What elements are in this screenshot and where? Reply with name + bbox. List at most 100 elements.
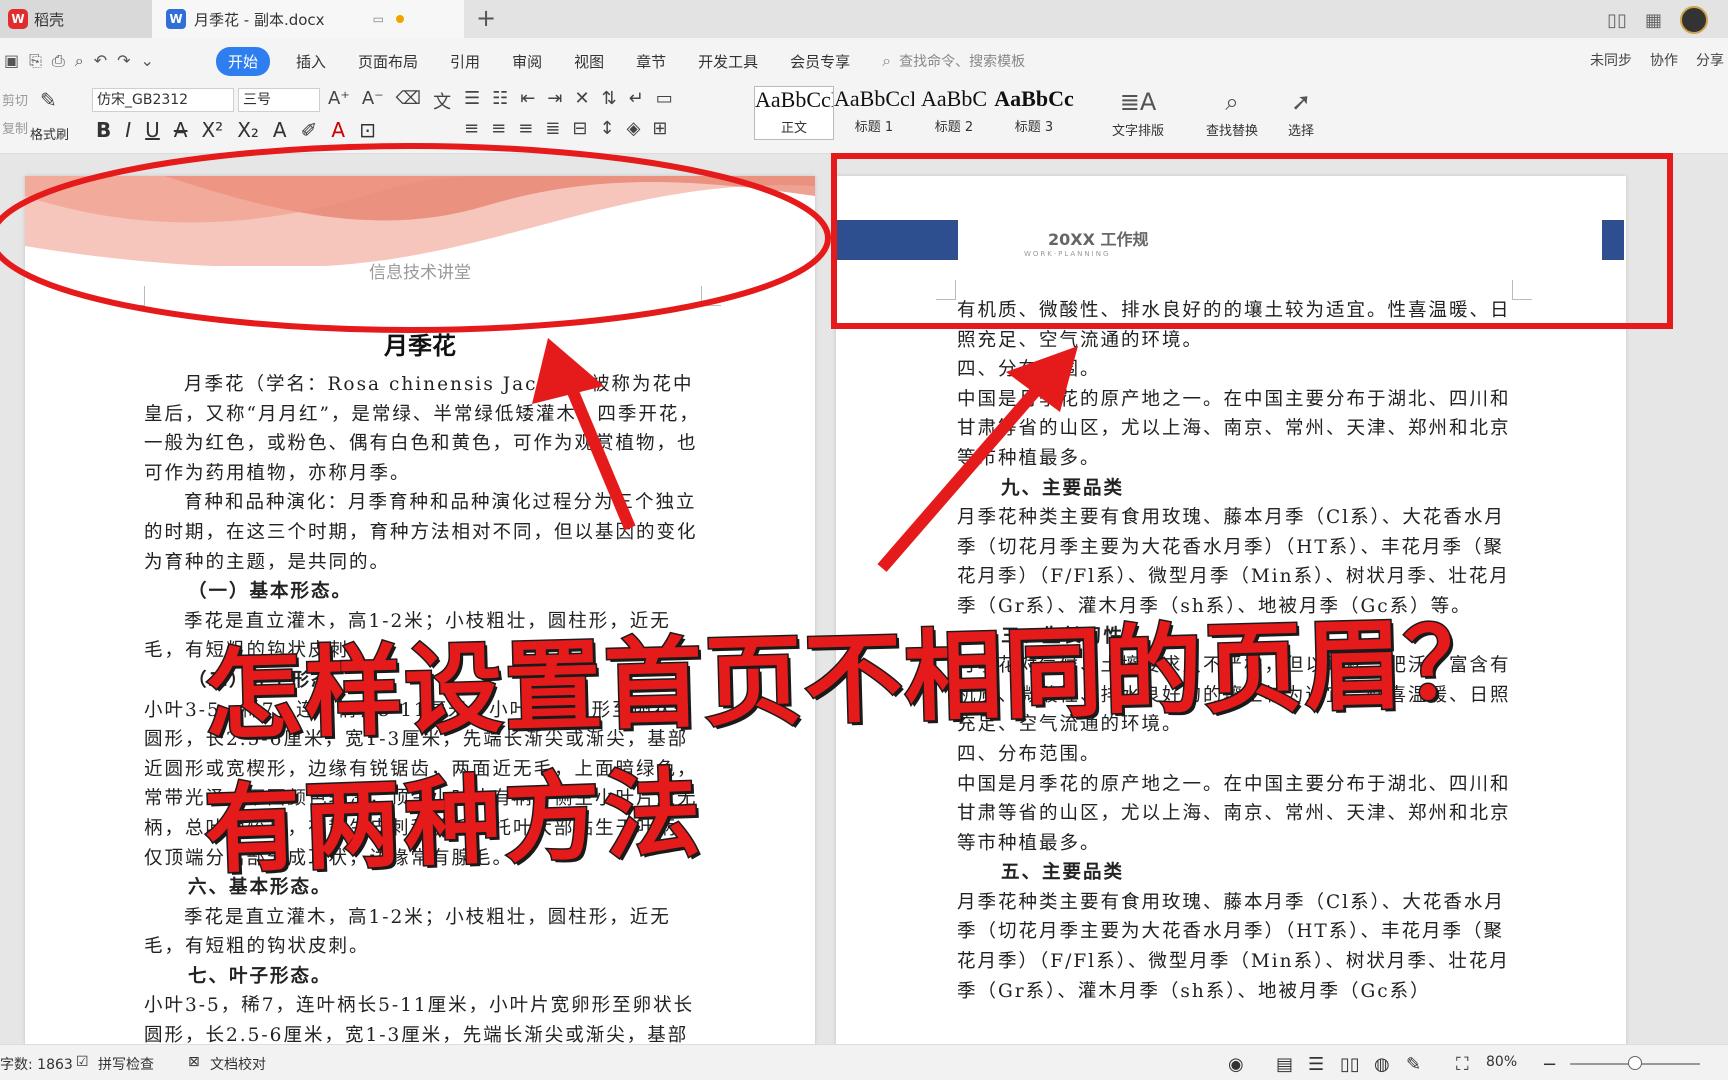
show-marks-icon[interactable]: ↵ <box>629 88 644 109</box>
tab-view[interactable]: 视图 <box>574 51 604 72</box>
save-icon[interactable]: ▣ <box>4 51 19 71</box>
sync-button[interactable]: 未同步 <box>1590 50 1632 70</box>
doc-proof-button[interactable]: 文档校对 <box>210 1054 266 1074</box>
subscript-icon[interactable]: X₂ <box>237 118 259 142</box>
paragraph[interactable]: 四、分布范围。 <box>957 740 1513 770</box>
redo-icon[interactable]: ↷ <box>117 51 130 71</box>
header-text[interactable]: 信息技术讲堂 <box>25 258 815 283</box>
proof-icon[interactable]: ⊠ <box>188 1054 200 1070</box>
char-border-icon[interactable]: ⊡ <box>359 118 376 142</box>
grow-font-icon[interactable]: A⁺ <box>328 88 350 114</box>
page-first[interactable]: 信息技术讲堂 月季花 月季花（学名：Rosa chinensis Jacq.）：… <box>25 176 815 1044</box>
line-spacing-icon[interactable]: ↕ <box>599 118 614 139</box>
paragraph[interactable]: 月季花种类主要有食用玫瑰、藤本月季（Cl系）、大花香水月季（切花月季主要为大花香… <box>957 888 1513 1006</box>
header-title[interactable]: 20XX 工作规 <box>1048 226 1149 250</box>
outline-view-icon[interactable]: ☰ <box>1308 1054 1324 1075</box>
paragraph[interactable]: 季花是直立灌木，高1-2米；小枝粗壮，圆柱形，近无毛，有短粗的钩状皮刺。 <box>144 607 700 666</box>
zoom-out-icon[interactable]: − <box>1542 1054 1557 1075</box>
style-heading-1[interactable]: AaBbCcDd 标题 1 <box>834 86 914 140</box>
chevron-down-icon[interactable]: ⌄ <box>141 51 154 71</box>
shading-icon[interactable]: ◈ <box>627 118 641 139</box>
tab-review[interactable]: 审阅 <box>512 51 542 72</box>
underline-icon[interactable]: U <box>145 118 160 142</box>
paragraph[interactable]: 季花是直立灌木，高1-2米；小枝粗壮，圆柱形，近无毛，有短粗的钩状皮刺。 <box>144 903 700 962</box>
superscript-icon[interactable]: X² <box>201 118 223 142</box>
zoom-slider-handle[interactable] <box>1628 1056 1642 1070</box>
eye-icon[interactable]: ◉ <box>1228 1054 1244 1075</box>
align-left-icon[interactable]: ≡ <box>464 118 479 139</box>
tab-developer[interactable]: 开发工具 <box>698 51 758 72</box>
undo-icon[interactable]: ↶ <box>94 51 107 71</box>
layout-icon[interactable]: ▯▯ <box>1607 10 1627 31</box>
paragraph[interactable]: 月季花对气候、土壤要求虽不严格，但以疏松、肥沃、富含有机质、微酸性、排水良好的的… <box>957 651 1513 740</box>
tab-document[interactable]: W 月季花 - 副本.docx ▭ <box>152 0 464 38</box>
decrease-indent-icon[interactable]: ⇤ <box>520 88 535 109</box>
page-view-icon[interactable]: ▤ <box>1276 1054 1293 1075</box>
word-count[interactable]: 字数: 1863 <box>0 1054 73 1074</box>
style-normal[interactable]: AaBbCcDd 正文 <box>754 86 834 140</box>
font-name-select[interactable]: 仿宋_GB2312 <box>92 88 234 112</box>
italic-icon[interactable]: I <box>125 118 131 142</box>
justify-icon[interactable]: ≣ <box>545 118 560 139</box>
tab-member[interactable]: 会员专享 <box>790 51 850 72</box>
paragraph[interactable]: 育种和品种演化：月季育种和品种演化过程分为三个独立的时期，在这三个时期，育种方法… <box>144 488 700 577</box>
cut-button[interactable]: 剪切 <box>2 90 28 109</box>
apps-grid-icon[interactable]: ▦ <box>1645 10 1662 31</box>
style-heading-2[interactable]: AaBbC 标题 2 <box>914 86 994 140</box>
style-heading-3[interactable]: AaBbCc 标题 3 <box>994 86 1074 140</box>
monitor-icon[interactable]: ▭ <box>373 12 384 26</box>
preview-icon[interactable]: ⌕ <box>75 51 84 71</box>
bold-icon[interactable]: B <box>96 118 111 142</box>
heading[interactable]: 五、主要品类 <box>957 858 1513 888</box>
write-view-icon[interactable]: ✎ <box>1406 1054 1421 1075</box>
find-replace-button[interactable]: ⌕ 查找替换 <box>1206 88 1258 139</box>
phonetic-icon[interactable]: 文 <box>433 88 451 114</box>
sort-icon[interactable]: ⇅ <box>602 88 617 109</box>
paragraph[interactable]: 小叶3-5，稀7，连叶柄长5-11厘米，小叶片宽卵形至卵状长圆形，长2.5-6厘… <box>144 696 700 874</box>
spell-check-button[interactable]: 拼写检查 <box>98 1054 154 1074</box>
heading[interactable]: 六、基本形态。 <box>144 873 700 903</box>
align-center-icon[interactable]: ≡ <box>491 118 506 139</box>
paragraph[interactable]: 月季花（学名：Rosa chinensis Jacq.）：被称为花中皇后，又称“… <box>144 370 700 488</box>
text-layout-button[interactable]: ≣A 文字排版 <box>1112 88 1164 139</box>
tab-home[interactable]: 开始 <box>216 46 271 76</box>
heading[interactable]: （二）叶子形态。 <box>144 666 700 696</box>
paragraph[interactable]: 月季花种类主要有食用玫瑰、藤本月季（Cl系）、大花香水月季（切花月季主要为大花香… <box>957 503 1513 621</box>
new-tab-button[interactable]: + <box>476 4 496 32</box>
document-body[interactable]: 月季花（学名：Rosa chinensis Jacq.）：被称为花中皇后，又称“… <box>144 370 700 1044</box>
strikethrough-icon[interactable]: A <box>174 118 188 142</box>
document-body[interactable]: 有机质、微酸性、排水良好的的壤土较为适宜。性喜温暖、日照充足、空气流通的环境。 … <box>957 296 1513 1006</box>
avatar[interactable] <box>1680 6 1708 34</box>
print-icon[interactable]: ⎙ <box>52 51 65 71</box>
zoom-level[interactable]: 80% <box>1486 1054 1517 1070</box>
heading[interactable]: 三、生长习性。 <box>957 622 1513 652</box>
highlight-icon[interactable]: ✐ <box>301 118 318 142</box>
page-second[interactable]: 20XX 工作规 WORK·PLANNING 有机质、微酸性、排水良好的的壤土较… <box>836 176 1626 1044</box>
paragraph[interactable]: 中国是月季花的原产地之一。在中国主要分布于湖北、四川和甘肃等省的山区，尤以上海、… <box>957 385 1513 474</box>
font-color-icon[interactable]: A <box>331 118 345 142</box>
tab-references[interactable]: 引用 <box>450 51 480 72</box>
search-command-input[interactable]: 查找命令、搜索模板 <box>899 51 1025 71</box>
table-icon[interactable]: ▭ <box>656 88 673 109</box>
tab-page-layout[interactable]: 页面布局 <box>358 51 418 72</box>
paragraph[interactable]: 四、分布范围。 <box>957 355 1513 385</box>
numbered-list-icon[interactable]: ☷ <box>492 88 508 109</box>
clear-format-icon[interactable]: ⌫ <box>396 88 421 114</box>
format-painter-icon[interactable]: ✎ <box>40 88 57 112</box>
distribute-icon[interactable]: ⊟ <box>572 118 587 139</box>
paragraph[interactable]: 小叶3-5，稀7，连叶柄长5-11厘米，小叶片宽卵形至卵状长圆形，长2.5-6厘… <box>144 991 700 1044</box>
share-button[interactable]: 分享 <box>1696 50 1724 70</box>
shrink-font-icon[interactable]: A⁻ <box>362 88 384 114</box>
collaborate-button[interactable]: 协作 <box>1650 50 1678 70</box>
select-button[interactable]: ➚ 选择 <box>1288 88 1314 139</box>
export-icon[interactable]: ⎘ <box>29 51 42 71</box>
fit-page-icon[interactable]: ⛶ <box>1456 1054 1469 1075</box>
tab-section[interactable]: 章节 <box>636 51 666 72</box>
reading-view-icon[interactable]: ▯▯ <box>1340 1054 1360 1075</box>
heading[interactable]: 九、主要品类 <box>957 474 1513 504</box>
increase-indent-icon[interactable]: ⇥ <box>547 88 562 109</box>
document-workspace[interactable]: 信息技术讲堂 月季花 月季花（学名：Rosa chinensis Jacq.）：… <box>0 154 1728 1044</box>
font-size-select[interactable]: 三号 <box>238 88 320 112</box>
paragraph[interactable]: 有机质、微酸性、排水良好的的壤土较为适宜。性喜温暖、日照充足、空气流通的环境。 <box>957 296 1513 355</box>
paragraph[interactable]: 中国是月季花的原产地之一。在中国主要分布于湖北、四川和甘肃等省的山区，尤以上海、… <box>957 770 1513 859</box>
